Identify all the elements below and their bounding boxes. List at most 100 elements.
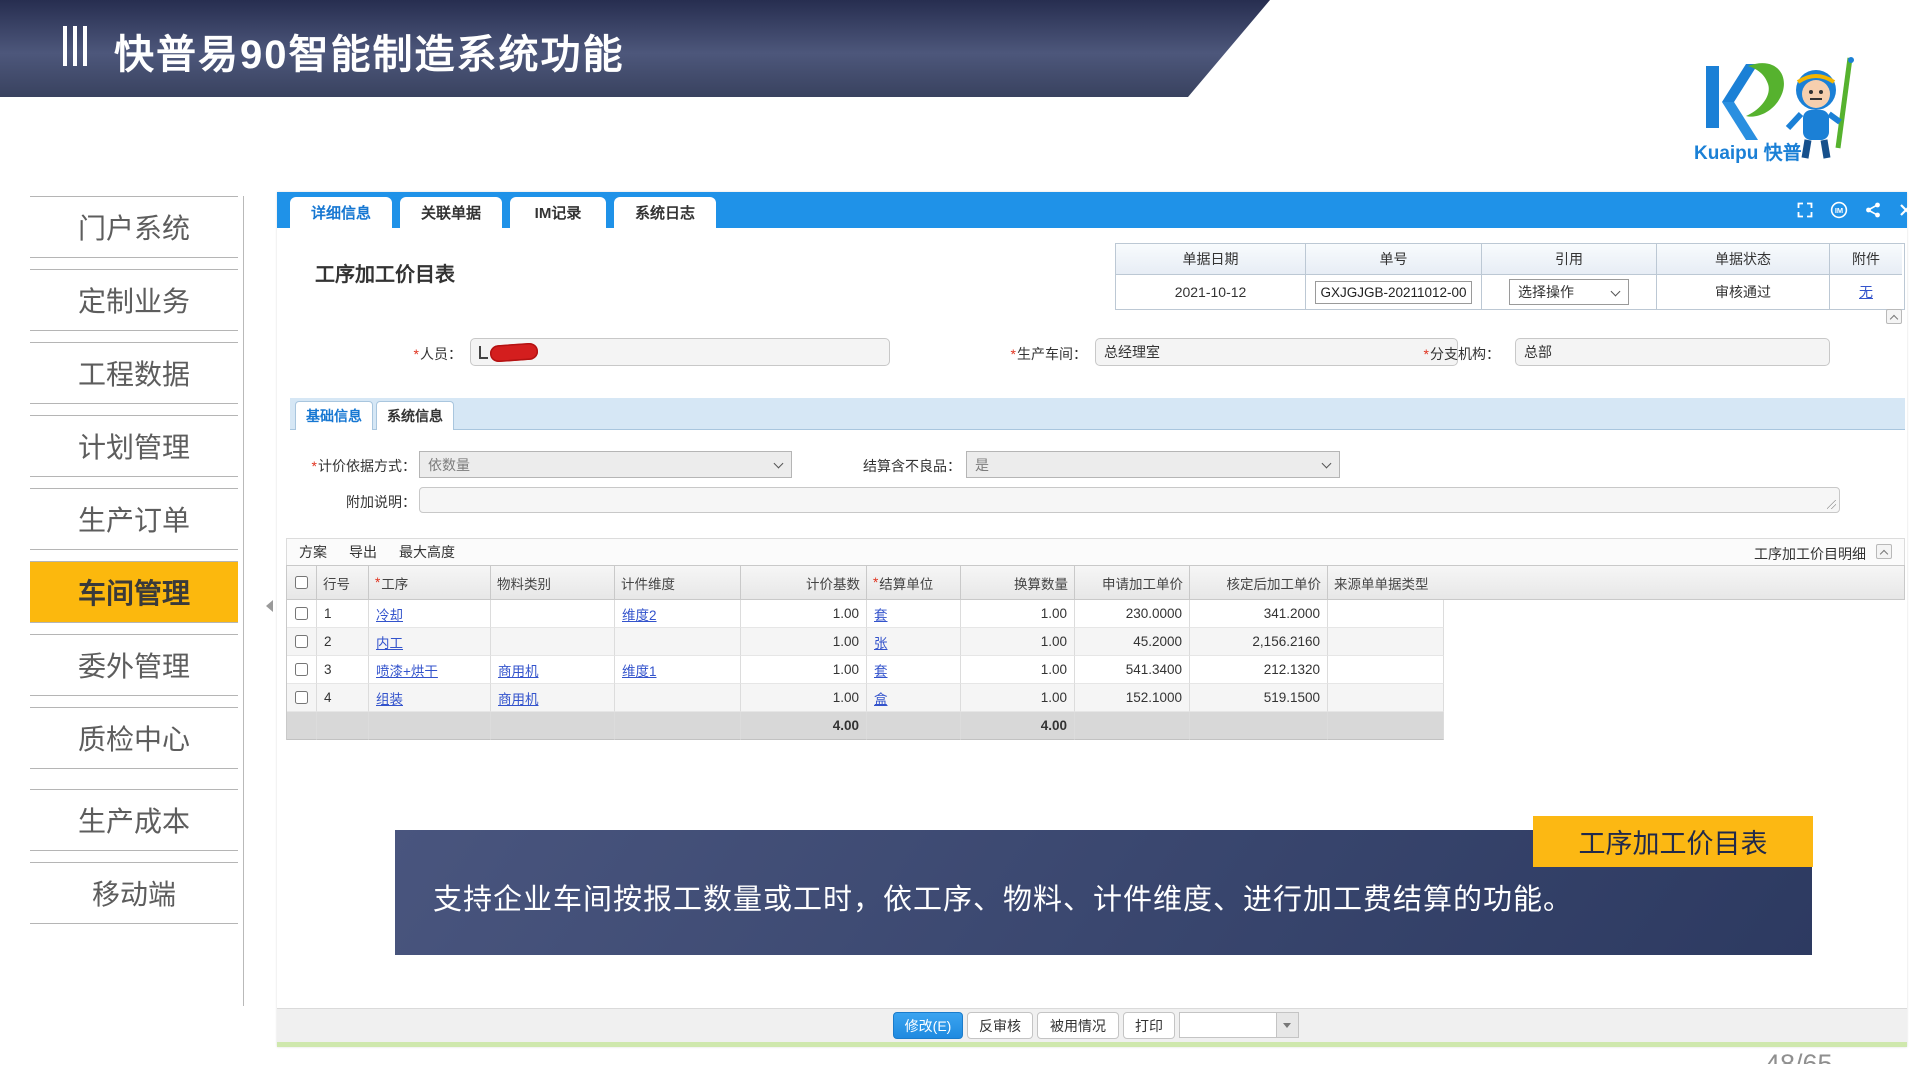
- print-button[interactable]: 打印: [1123, 1012, 1175, 1039]
- col-material: 物料类别: [491, 566, 615, 599]
- process-link[interactable]: 喷漆+烘干: [376, 660, 438, 680]
- sidebar-item-planning[interactable]: 计划管理: [30, 415, 238, 477]
- col-approved-price: 核定后加工单价: [1190, 566, 1328, 599]
- subtab-system-info[interactable]: 系统信息: [376, 401, 454, 430]
- tab-system-log[interactable]: 系统日志: [614, 197, 716, 228]
- cell-base: 1.00: [741, 656, 867, 684]
- sidebar-item-outsourcing[interactable]: 委外管理: [30, 634, 238, 696]
- col-process: *工序: [369, 566, 491, 599]
- required-star: *: [1011, 346, 1016, 362]
- sidebar-item-custom[interactable]: 定制业务: [30, 269, 238, 331]
- include-defective-select[interactable]: 是: [966, 451, 1340, 478]
- row-checkbox[interactable]: [295, 691, 308, 704]
- window-footer: 修改(E) 反审核 被用情况 打印: [277, 1008, 1907, 1042]
- doc-no-cell: GXJGJGB-20211012-00: [1306, 275, 1482, 309]
- reference-select[interactable]: 选择操作: [1509, 279, 1629, 305]
- sidebar-item-engineering[interactable]: 工程数据: [30, 342, 238, 404]
- form-title: 工序加工价目表: [315, 258, 455, 287]
- share-icon[interactable]: [1864, 201, 1882, 219]
- doc-info-header-date: 单据日期: [1116, 244, 1306, 275]
- close-icon[interactable]: [1897, 201, 1915, 219]
- material-link[interactable]: 商用机: [498, 688, 539, 708]
- subtab-basic-info[interactable]: 基础信息: [295, 401, 373, 430]
- page-number: 48/65: [1765, 1049, 1833, 1064]
- svg-text:IM: IM: [1835, 206, 1843, 215]
- row-checkbox[interactable]: [295, 607, 308, 620]
- sidebar-item-quality[interactable]: 质检中心: [30, 707, 238, 769]
- person-label-text: 人员：: [420, 346, 462, 362]
- chevron-down-icon: [774, 459, 784, 469]
- col-base: 计价基数: [741, 566, 867, 599]
- select-all-checkbox[interactable]: [295, 576, 308, 589]
- col-dimension: 计件维度: [615, 566, 741, 599]
- im-icon[interactable]: IM: [1830, 201, 1848, 219]
- person-input[interactable]: [470, 338, 890, 366]
- note-label-text: 附加说明：: [346, 494, 416, 510]
- col-label: 核定后加工单价: [1227, 573, 1322, 593]
- doc-info-header-status: 单据状态: [1657, 244, 1830, 275]
- sidebar-item-mobile[interactable]: 移动端: [30, 862, 238, 924]
- unit-link[interactable]: 盒: [874, 688, 888, 708]
- include-defective-value: 是: [975, 455, 989, 475]
- grid-body: 1 冷却 维度2 1.00 套 1.00 230.0000 341.2000 2…: [286, 600, 1905, 740]
- col-qty: 换算数量: [961, 566, 1075, 599]
- modify-button[interactable]: 修改(E): [893, 1012, 963, 1039]
- process-link[interactable]: 组装: [376, 688, 403, 708]
- pricing-basis-select[interactable]: 依数量: [419, 451, 792, 478]
- chevron-up-icon: [1880, 550, 1888, 558]
- fullscreen-icon[interactable]: [1796, 201, 1814, 219]
- toolbar-export-button[interactable]: 导出: [349, 542, 377, 562]
- sidebar-item-production-order[interactable]: 生产订单: [30, 488, 238, 550]
- required-star: *: [1424, 346, 1429, 362]
- subtab-strip: 基础信息 系统信息: [290, 398, 1905, 430]
- sidebar-item-workshop[interactable]: 车间管理: [30, 561, 238, 623]
- toolbar-plan-button[interactable]: 方案: [299, 542, 327, 562]
- collapse-detail-button[interactable]: [1876, 544, 1892, 559]
- totals-row: 4.00 4.00: [287, 712, 1444, 740]
- feature-callout-text: 支持企业车间按报工数量或工时，依工序、物料、计件维度、进行加工费结算的功能。: [433, 876, 1573, 918]
- unit-link[interactable]: 张: [874, 632, 888, 652]
- required-star: *: [375, 575, 380, 590]
- branch-label-text: 分支机构：: [1430, 346, 1500, 362]
- cell-source: [1328, 656, 1444, 684]
- col-label: 换算数量: [1014, 573, 1068, 593]
- col-label: 计件维度: [621, 573, 675, 593]
- process-link[interactable]: 内工: [376, 632, 403, 652]
- cell-qty: 1.00: [961, 628, 1075, 656]
- unit-link[interactable]: 套: [874, 660, 888, 680]
- reference-value: 选择操作: [1518, 282, 1574, 302]
- panel-splitter-handle[interactable]: [266, 600, 273, 612]
- attachment-link[interactable]: 无: [1859, 282, 1873, 302]
- chevron-down-icon: [1611, 287, 1621, 297]
- person-label: *人员：: [382, 344, 462, 364]
- note-input[interactable]: [419, 487, 1840, 513]
- row-checkbox[interactable]: [295, 663, 308, 676]
- col-applied-price: 申请加工单价: [1075, 566, 1190, 599]
- resize-handle-icon[interactable]: [1827, 500, 1836, 509]
- unit-link[interactable]: 套: [874, 604, 888, 624]
- material-link[interactable]: 商用机: [498, 660, 539, 680]
- dimension-link[interactable]: 维度1: [622, 660, 657, 680]
- toolbar-max-height-button[interactable]: 最大高度: [399, 542, 455, 562]
- dimension-link[interactable]: 维度2: [622, 604, 657, 624]
- process-link[interactable]: 冷却: [376, 604, 403, 624]
- redacted-text-fragment: [479, 346, 488, 359]
- collapse-header-button[interactable]: [1886, 309, 1902, 324]
- unapprove-button[interactable]: 反审核: [967, 1012, 1033, 1039]
- footer-action-select[interactable]: [1179, 1012, 1299, 1038]
- include-defective-label-text: 结算含不良品：: [863, 458, 961, 474]
- dropdown-arrow-box: [1276, 1013, 1298, 1037]
- row-checkbox[interactable]: [295, 635, 308, 648]
- include-defective-label: 结算含不良品：: [837, 456, 961, 476]
- slide: 快普易90智能制造系统功能 Kuaipu 快普 门户系统 定制业务 工程数据 计…: [0, 0, 1920, 1080]
- reference-cell: 选择操作: [1482, 275, 1657, 309]
- branch-input[interactable]: 总部: [1515, 338, 1830, 366]
- doc-info-header-attachment: 附件: [1830, 244, 1902, 275]
- cell-row-no: 3: [317, 656, 369, 684]
- sidebar-item-portal[interactable]: 门户系统: [30, 196, 238, 258]
- tab-im-record[interactable]: IM记录: [510, 197, 606, 228]
- usage-button[interactable]: 被用情况: [1037, 1012, 1119, 1039]
- sidebar-item-cost[interactable]: 生产成本: [30, 789, 238, 851]
- tab-related-docs[interactable]: 关联单据: [400, 197, 502, 228]
- tab-detail-info[interactable]: 详细信息: [290, 197, 392, 228]
